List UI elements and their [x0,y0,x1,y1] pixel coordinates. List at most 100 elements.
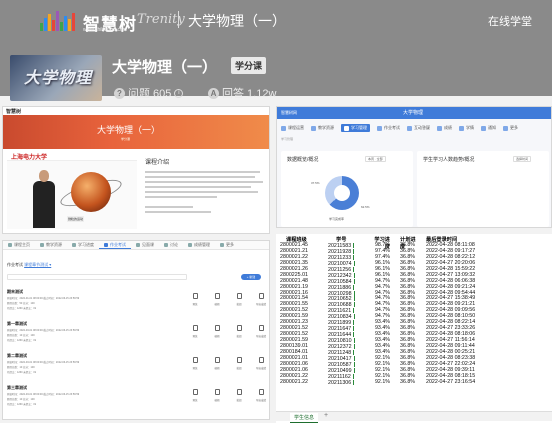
exam-action-button[interactable]: 导出成绩 [255,389,267,402]
data-overview-title: 数据概览/概况 [287,157,319,163]
intro-navbar: 智慧树 [3,107,269,115]
add-sheet-button[interactable]: + [324,412,328,419]
exam-action-button[interactable]: 预览 [189,325,201,338]
exam-action-button[interactable]: 批阅 [233,357,245,370]
action-label: 批阅 [236,303,242,306]
tab-icon [164,243,168,247]
data-overview-filter[interactable]: 本周 · 全部 [365,156,386,162]
learner-trend-title: 学生学习人数趋势/概况 [423,157,475,163]
exam-item: 第二章测试 开始时间：2022-03-01 08:00:00 截止时间：2022-… [7,353,267,381]
exam-actions: 预览 编辑 批阅 导出成绩 [189,357,267,370]
course-admin-tab[interactable]: 作业考试 [99,241,131,249]
online-classroom-link[interactable]: 在线学堂 [488,13,532,29]
course-admin-tab[interactable]: 讨论 [159,241,183,249]
exam-info: 开始时间：2022-01-01 08:00:00 截止时间：2022-06-15… [7,296,107,311]
exam-selector-link[interactable]: 课程章节测试 ▾ [24,262,51,267]
action-icon [258,389,264,395]
tab-icon [503,125,508,131]
completion-donut-chart [325,176,359,210]
tab-label: 教学资源 [318,125,334,130]
exam-action-button[interactable]: 导出成绩 [255,325,267,338]
exam-action-button[interactable]: 批阅 [233,325,245,338]
action-label: 编辑 [214,367,220,370]
exam-action-button[interactable]: 批阅 [233,293,245,306]
course-admin-tab[interactable]: 学习进度 [67,241,99,249]
tab-icon [104,242,108,247]
exam-actions: 预览 编辑 批阅 导出成绩 [189,389,267,402]
course-admin-tab[interactable]: 见面课 [131,241,159,249]
university-logo: 上海电力大学 [11,155,48,161]
course-admin-tab[interactable]: 更多 [215,241,239,249]
exam-action-button[interactable]: 批阅 [233,389,245,402]
logo-bar [48,14,51,31]
action-label: 预览 [192,303,198,306]
tab-label: 见面课 [142,242,154,247]
tab-label: 成绩 [444,125,452,130]
exam-action-button[interactable]: 编辑 [211,389,223,402]
course-admin-tab[interactable]: 课程主页 [3,241,35,249]
course-admin-tab[interactable]: 教学资源 [35,241,67,249]
course-cover-image[interactable]: 大学物理 [10,55,102,101]
sheet-tab-students[interactable]: 学生信息 [290,413,319,423]
table-cell[interactable]: 92.1% [370,379,392,386]
analytics-tab[interactable]: 学习管理 [341,124,370,132]
credit-course-badge: 学分课 [231,57,267,74]
exam-info: 开始时间：2022-03-01 08:00:00 截止时间：2022-06-15… [7,360,107,375]
analytics-tab[interactable]: 课程运营 [281,124,304,132]
info-icon[interactable]: i [174,88,184,98]
tab-icon [459,125,464,131]
logo-bar [60,22,63,31]
learner-trend-filter[interactable]: 选择时间 [513,156,532,162]
new-exam-button[interactable]: + 新建 [241,274,261,280]
answers-meta[interactable]: A 回答 1.12w [208,85,276,101]
exam-action-button[interactable]: 编辑 [211,357,223,370]
action-label: 导出成绩 [255,335,266,338]
sheet-rows: 2800021.45 20211583 98.7% 36.8% 2022-04-28 0… [280,242,496,386]
exam-item: 第一章测试 开始时间：2022-03-01 08:00:00 截止时间：2022-… [7,321,267,349]
course-admin-tabs: 课程主页 教学资源 学习进度 作业考试 见面课 讨论 成绩管理 更多 [3,241,269,250]
analytics-tab[interactable]: 学情 [459,124,474,132]
student-progress-spreadsheet: 课程班级 学号 学习进度 计划进度 最后登录时间 2800021.45 20211583 9… [276,234,552,423]
exam-action-button[interactable]: 预览 [189,357,201,370]
cell-value: 2800021.22 [280,378,308,385]
table-cell[interactable]: 36.8% [392,379,416,386]
tab-label: 教学资源 [46,242,62,247]
table-cell[interactable]: 2022-04-27 23:16:54 [416,379,496,386]
cell-marker [353,260,355,266]
cell-marker [353,254,355,260]
questions-meta[interactable]: ? 问题 605 i [114,85,184,101]
table-cell[interactable]: 2800021.22 [280,378,328,386]
action-label: 导出成绩 [255,367,266,370]
analytics-tab[interactable]: 更多 [503,124,518,132]
exam-action-button[interactable]: 预览 [189,389,201,402]
analytics-tab[interactable]: 成绩 [437,124,452,132]
analytics-topbar-left[interactable]: 智慧树网 [281,110,297,116]
table-row[interactable]: 2800021.22 20211306 92.1% 36.8% 2022-04-27 2… [280,378,496,386]
action-label: 批阅 [236,399,242,402]
action-icon [214,389,220,395]
exam-action-button[interactable]: 导出成绩 [255,357,267,370]
exam-info-line: 已提交：1260 未提交：19 [7,307,37,310]
exam-selector-label: 作业考试 [7,262,23,267]
learner-trend-card: 学生学习人数趋势/概况 选择时间 [417,151,549,227]
course-admin-tab[interactable]: 成绩管理 [183,241,215,249]
analytics-tab[interactable]: 互动答疑 [407,124,430,132]
video-player[interactable]: 上海电力大学 微粒的运动 [7,150,137,229]
brand-logo-icon[interactable] [40,11,80,31]
cell-marker [353,302,355,308]
exam-selector[interactable]: 作业考试 课程章节测试 ▾ [7,262,51,268]
tab-icon [437,125,442,131]
intro-heading: 课程介绍 [145,160,170,166]
table-cell[interactable]: 20211306 [328,379,370,386]
tab-label: 学习管理 [351,125,367,130]
exam-search-input[interactable] [7,274,187,280]
exam-action-button[interactable]: 导出成绩 [255,293,267,306]
intro-nav-logo[interactable]: 智慧树 [6,108,21,115]
analytics-tab[interactable]: 教学资源 [311,124,334,132]
exam-action-button[interactable]: 预览 [189,293,201,306]
analytics-tab[interactable]: 作业考试 [377,124,400,132]
logo-bar [40,23,43,31]
exam-action-button[interactable]: 编辑 [211,293,223,306]
exam-action-button[interactable]: 编辑 [211,325,223,338]
analytics-tab[interactable]: 通知 [481,124,496,132]
